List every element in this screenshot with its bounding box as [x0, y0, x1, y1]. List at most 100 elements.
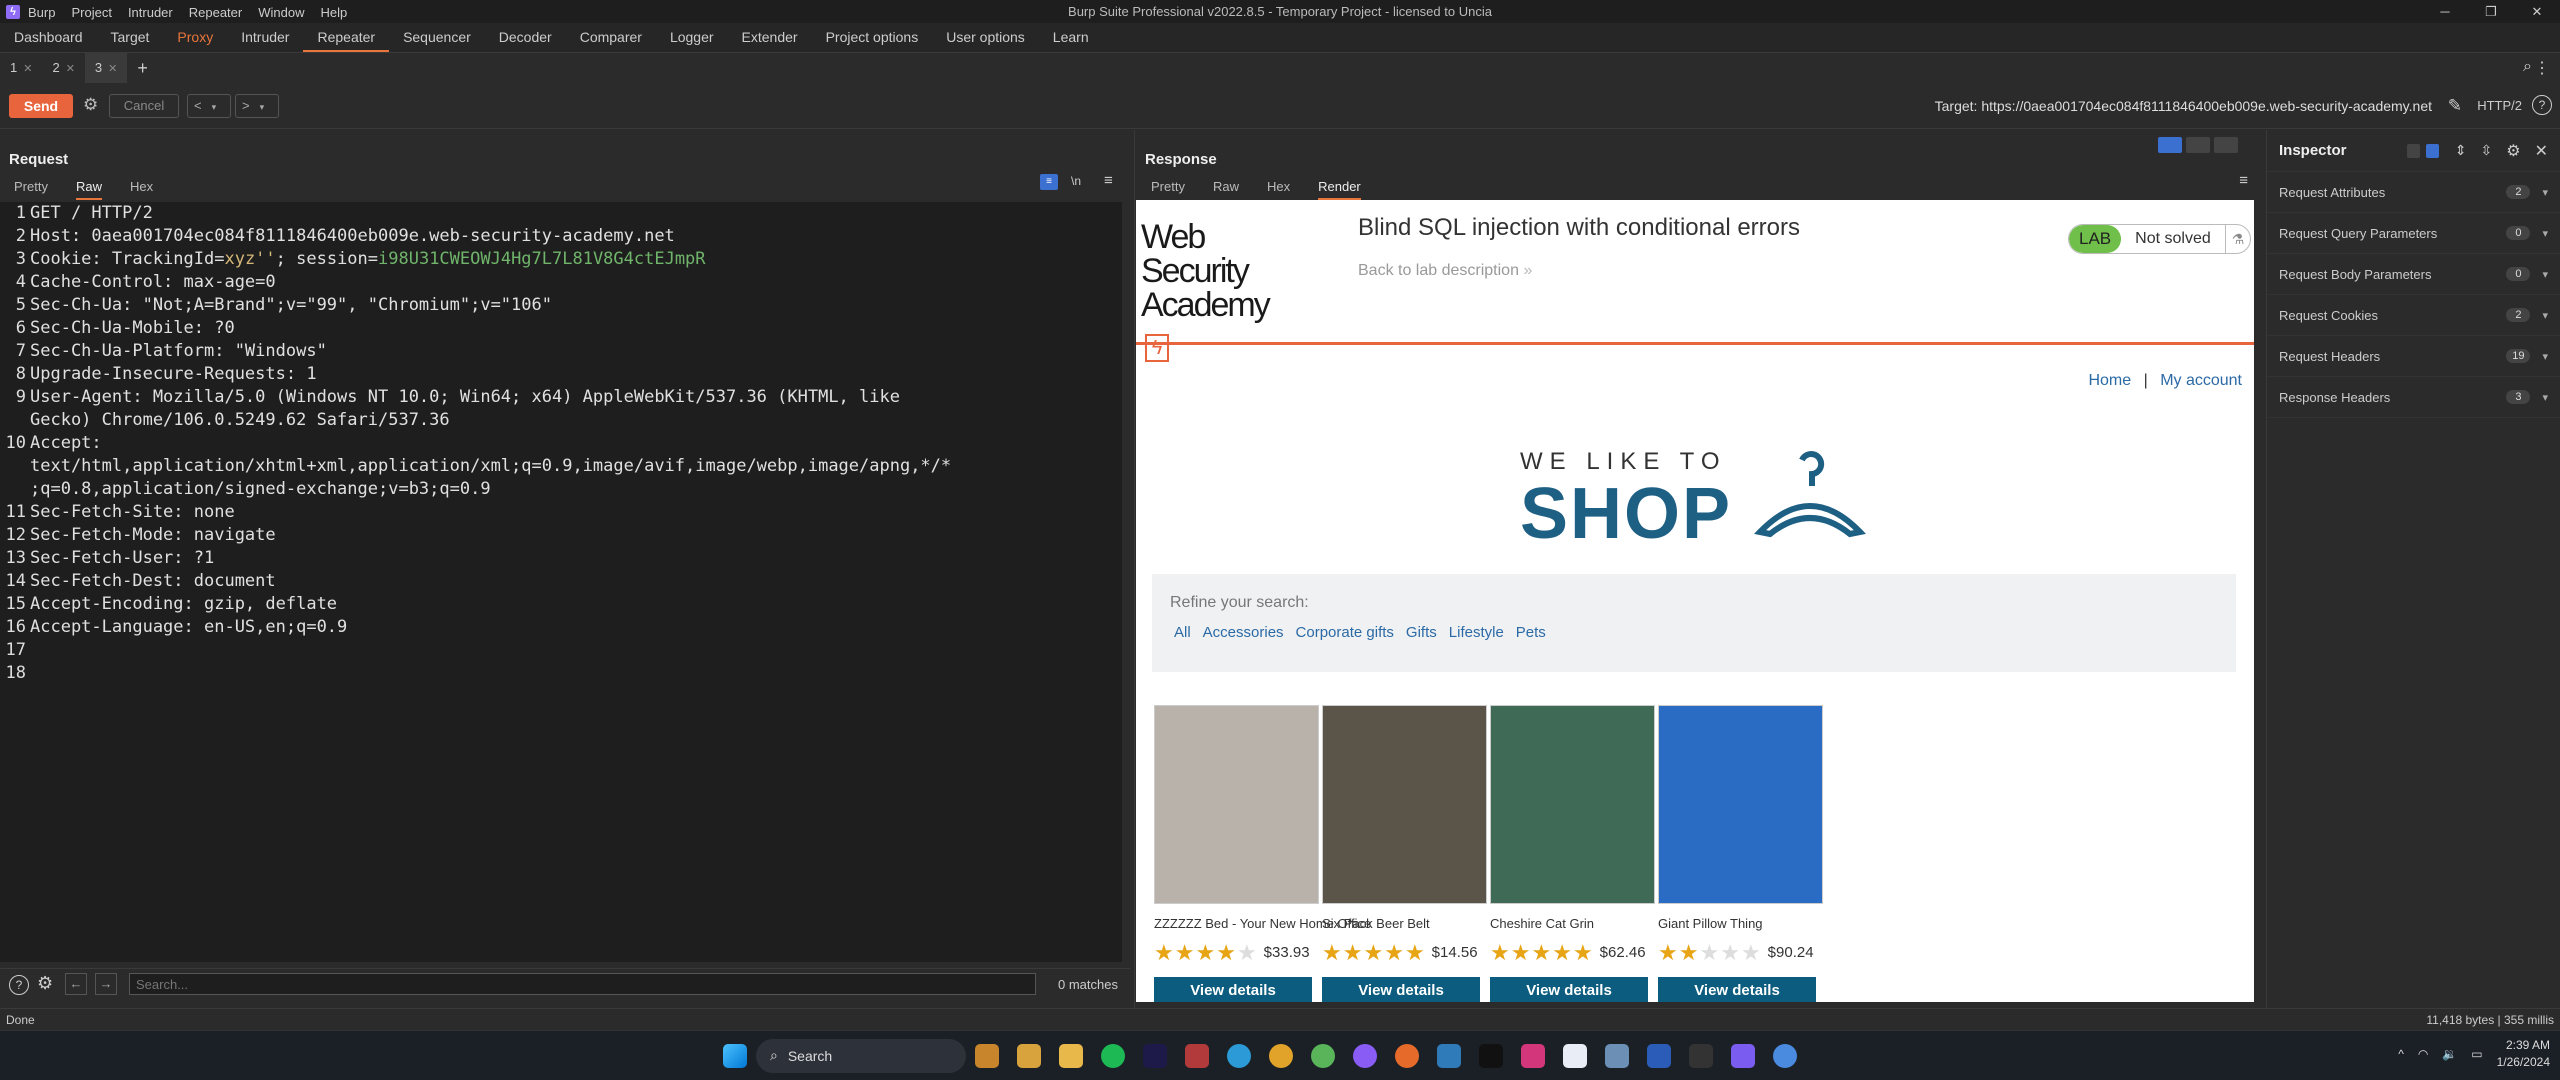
tab-project-options[interactable]: Project options: [812, 29, 933, 52]
inspector-section[interactable]: Response Headers 3 ▾: [2267, 377, 2560, 418]
inspector-section[interactable]: Request Query Parameters 0 ▾: [2267, 213, 2560, 254]
tab-proxy[interactable]: Proxy: [163, 29, 227, 52]
menu-burp[interactable]: Burp: [28, 5, 55, 20]
category-pets[interactable]: Pets: [1516, 624, 1546, 641]
clock-date[interactable]: 1/26/2024: [2497, 1054, 2550, 1071]
close-tab-icon[interactable]: ✕: [108, 63, 117, 75]
menu-intruder[interactable]: Intruder: [128, 5, 173, 20]
chevron-down-icon[interactable]: ▾: [2542, 391, 2548, 404]
messenger-icon[interactable]: [1353, 1043, 1377, 1068]
response-tab-hex[interactable]: Hex: [1267, 179, 1290, 198]
cancel-button[interactable]: Cancel: [109, 94, 179, 118]
product-image[interactable]: [1322, 705, 1487, 904]
previous-match-icon[interactable]: ←: [65, 973, 87, 995]
tab-repeater[interactable]: Repeater: [303, 29, 390, 52]
single-pane-icon[interactable]: [2214, 137, 2238, 153]
close-tab-icon[interactable]: ✕: [23, 63, 32, 75]
view-details-button[interactable]: View details: [1490, 977, 1648, 1002]
tab-logger[interactable]: Logger: [656, 29, 728, 52]
back-button[interactable]: < ▾: [187, 94, 231, 118]
tiktok-icon[interactable]: [1479, 1043, 1503, 1068]
settings-gear-icon[interactable]: ⚙: [83, 95, 98, 115]
help-icon[interactable]: ?: [9, 975, 29, 995]
chevron-down-icon[interactable]: ▾: [2542, 268, 2548, 281]
terminal-icon[interactable]: [1689, 1043, 1713, 1068]
expand-icon[interactable]: ⇕: [2455, 142, 2467, 159]
chrome-icon[interactable]: [1269, 1043, 1293, 1068]
premiere-icon[interactable]: [1143, 1043, 1167, 1068]
taskbar-search[interactable]: ⌕ Search: [756, 1038, 966, 1073]
tab-comparer[interactable]: Comparer: [566, 29, 656, 52]
more-options-icon[interactable]: ⋮: [2534, 58, 2550, 78]
repeater-tab[interactable]: 2 ✕: [42, 53, 84, 83]
home-link[interactable]: Home: [2088, 372, 2131, 389]
protocol-label[interactable]: HTTP/2: [2477, 98, 2522, 113]
forward-button[interactable]: > ▾: [235, 94, 279, 118]
layout-toggle[interactable]: [2158, 137, 2238, 153]
chevron-down-icon[interactable]: ▾: [2542, 309, 2548, 322]
request-editor[interactable]: 1 GET / HTTP/2 2 Host: 0aea001704ec084f8111…: [0, 202, 1122, 962]
response-tab-pretty[interactable]: Pretty: [1151, 179, 1185, 198]
menu-icon[interactable]: ≡: [1104, 172, 1113, 189]
close-icon[interactable]: ✕: [2514, 0, 2560, 23]
tray-chevron-icon[interactable]: ^: [2398, 1047, 2404, 1061]
file-explorer-icon[interactable]: [1059, 1043, 1083, 1068]
chevron-down-icon[interactable]: ▾: [2542, 227, 2548, 240]
request-tab-pretty[interactable]: Pretty: [14, 179, 48, 198]
collapse-icon[interactable]: ⇳: [2481, 142, 2493, 159]
wifi-icon[interactable]: ◠: [2418, 1047, 2428, 1061]
help-icon[interactable]: ?: [2532, 95, 2552, 115]
tab-decoder[interactable]: Decoder: [485, 29, 566, 52]
tab-target[interactable]: Target: [97, 29, 164, 52]
store-icon[interactable]: [1017, 1043, 1041, 1068]
my-account-link[interactable]: My account: [2160, 372, 2242, 389]
view-details-button[interactable]: View details: [1154, 977, 1312, 1002]
tab-learn[interactable]: Learn: [1039, 29, 1103, 52]
minimize-icon[interactable]: ─: [2422, 0, 2468, 23]
battery-icon[interactable]: ▭: [2471, 1047, 2482, 1061]
app-icon[interactable]: [1185, 1043, 1209, 1068]
request-tab-raw[interactable]: Raw: [75, 179, 102, 200]
clock-time[interactable]: 2:39 AM: [2497, 1037, 2550, 1054]
category-gifts[interactable]: Gifts: [1406, 624, 1437, 641]
settings-gear-icon[interactable]: ⚙: [2506, 141, 2520, 161]
search-icon[interactable]: ⌕: [2523, 58, 2532, 76]
maximize-icon[interactable]: ❐: [2468, 0, 2514, 23]
instagram-icon[interactable]: [1521, 1043, 1545, 1068]
word-icon[interactable]: [1647, 1043, 1671, 1068]
category-corporate-gifts[interactable]: Corporate gifts: [1296, 624, 1394, 641]
next-match-icon[interactable]: →: [95, 973, 117, 995]
edge-icon[interactable]: [1227, 1043, 1251, 1068]
product-image[interactable]: [1154, 705, 1319, 904]
close-icon[interactable]: ✕: [2535, 141, 2548, 161]
settings-gear-icon[interactable]: ⚙: [37, 973, 53, 994]
response-tab-raw[interactable]: Raw: [1213, 179, 1239, 198]
newline-toggle-icon[interactable]: \n: [1071, 174, 1081, 188]
menu-icon[interactable]: ≡: [2239, 172, 2248, 189]
layout-active-icon[interactable]: [2425, 143, 2439, 158]
search-input[interactable]: [129, 973, 1036, 995]
volume-icon[interactable]: 🔉: [2442, 1047, 2457, 1061]
inspector-section[interactable]: Request Attributes 2 ▾: [2267, 172, 2560, 213]
tab-dashboard[interactable]: Dashboard: [0, 29, 97, 52]
category-all[interactable]: All: [1174, 624, 1191, 641]
tab-user-options[interactable]: User options: [932, 29, 1039, 52]
repeater-tab[interactable]: 3 ✕: [84, 53, 128, 83]
menu-help[interactable]: Help: [320, 5, 347, 20]
close-tab-icon[interactable]: ✕: [66, 63, 75, 75]
windows-start-icon[interactable]: [723, 1043, 747, 1068]
split-horizontal-icon[interactable]: [2186, 137, 2210, 153]
response-tab-render[interactable]: Render: [1318, 179, 1361, 200]
menu-repeater[interactable]: Repeater: [189, 5, 242, 20]
tab-extender[interactable]: Extender: [728, 29, 812, 52]
send-button[interactable]: Send: [9, 94, 73, 118]
chrome-icon[interactable]: [1773, 1043, 1797, 1068]
product-image[interactable]: [1658, 705, 1823, 904]
inspector-section[interactable]: Request Body Parameters 0 ▾: [2267, 254, 2560, 295]
category-lifestyle[interactable]: Lifestyle: [1449, 624, 1504, 641]
menu-project[interactable]: Project: [71, 5, 111, 20]
view-details-button[interactable]: View details: [1658, 977, 1816, 1002]
spotify-icon[interactable]: [1101, 1043, 1125, 1068]
app-icon[interactable]: [1311, 1043, 1335, 1068]
back-to-lab-link[interactable]: Back to lab description »: [1358, 262, 1532, 280]
